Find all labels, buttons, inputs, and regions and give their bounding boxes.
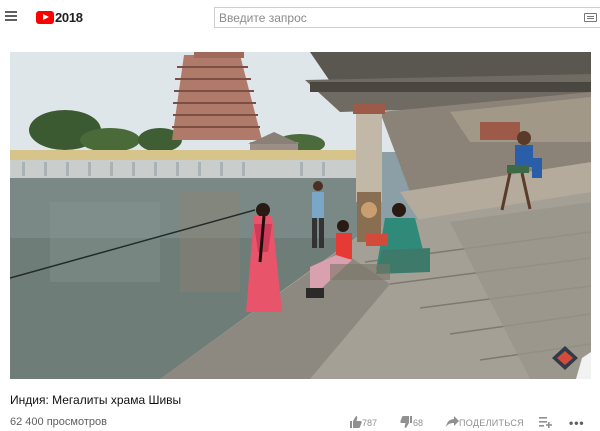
- hamburger-icon: [5, 11, 17, 13]
- thumbs-down-icon: [400, 415, 413, 430]
- like-button[interactable]: 787: [349, 414, 377, 431]
- more-actions-button[interactable]: •••: [569, 414, 585, 431]
- keyboard-icon[interactable]: [584, 13, 597, 22]
- like-count: 787: [362, 417, 378, 428]
- more-dots-icon: •••: [569, 415, 585, 430]
- add-to-playlist-icon: [539, 416, 552, 430]
- video-frame: [10, 52, 591, 379]
- youtube-logo-icon: [36, 10, 54, 24]
- dislike-button[interactable]: 68: [400, 414, 423, 431]
- share-arrow-icon: [446, 415, 459, 430]
- masthead: 2018: [0, 0, 600, 35]
- youtube-logo[interactable]: 2018: [36, 9, 83, 25]
- video-title: Индия: Мегалиты храма Шивы: [10, 393, 182, 407]
- guide-menu-button[interactable]: [4, 9, 18, 23]
- add-to-playlist-button[interactable]: [539, 414, 552, 431]
- search-box: [214, 7, 600, 28]
- share-label: ПОДЕЛИТЬСЯ: [459, 417, 524, 428]
- logo-year: 2018: [55, 9, 83, 25]
- search-input[interactable]: [219, 9, 579, 26]
- share-button[interactable]: ПОДЕЛИТЬСЯ: [446, 414, 524, 431]
- dislike-count: 68: [413, 417, 424, 428]
- video-player[interactable]: [10, 52, 591, 379]
- thumbs-up-icon: [349, 415, 362, 430]
- view-count: 62 400 просмотров: [10, 416, 107, 428]
